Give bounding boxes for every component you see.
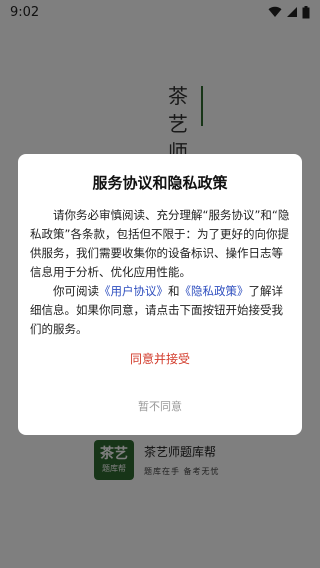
para2-and: 和 bbox=[168, 284, 180, 298]
disagree-button[interactable]: 暂不同意 bbox=[18, 398, 302, 414]
agree-button[interactable]: 同意并接受 bbox=[18, 350, 302, 367]
privacy-policy-link[interactable]: 《隐私政策》 bbox=[180, 284, 249, 298]
dialog-title: 服务协议和隐私政策 bbox=[92, 174, 228, 192]
dialog-body: 请你务必审慎阅读、充分理解“服务协议”和“隐私政策”各条款，包括但不限于：为了更… bbox=[30, 206, 290, 339]
dialog-paragraph-1: 请你务必审慎阅读、充分理解“服务协议”和“隐私政策”各条款，包括但不限于：为了更… bbox=[30, 208, 290, 279]
user-agreement-link[interactable]: 《用户协议》 bbox=[99, 284, 168, 298]
para2-prefix: 你可阅读 bbox=[53, 284, 99, 298]
dialog-paragraph-2: 你可阅读《用户协议》和《隐私政策》了解详细信息。如果你同意，请点击下面按钮开始接… bbox=[30, 282, 290, 339]
privacy-dialog: 服务协议和隐私政策 请你务必审慎阅读、充分理解“服务协议”和“隐私政策”各条款，… bbox=[18, 154, 302, 435]
